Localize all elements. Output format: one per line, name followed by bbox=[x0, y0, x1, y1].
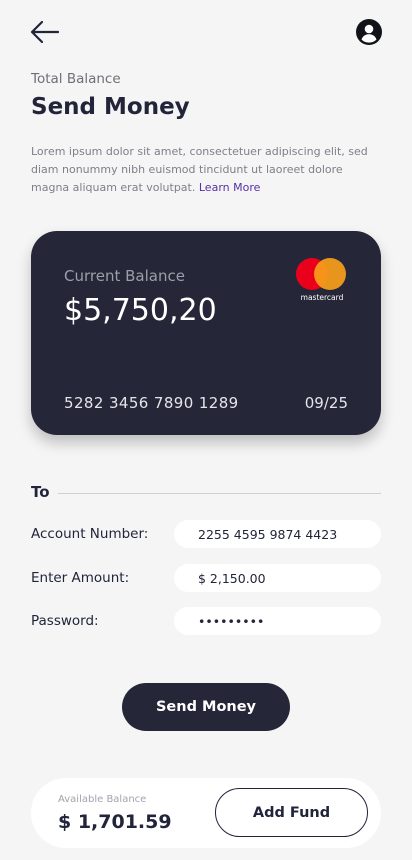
card-expiry: 09/25 bbox=[304, 394, 348, 412]
available-balance-label: Available Balance bbox=[58, 794, 147, 805]
to-label: To bbox=[31, 483, 50, 501]
card-number: 5282 3456 7890 1289 bbox=[64, 394, 239, 412]
mastercard-wordmark: mastercard bbox=[300, 293, 344, 302]
send-money-button[interactable]: Send Money bbox=[122, 683, 290, 731]
top-bar bbox=[30, 18, 382, 46]
available-balance-panel: Available Balance $ 1,701.59 Add Fund bbox=[31, 778, 381, 848]
user-circle-icon bbox=[356, 19, 382, 45]
to-section-header: To bbox=[31, 483, 381, 503]
mastercard-logo: mastercard bbox=[296, 258, 348, 304]
available-balance-value: $ 1,701.59 bbox=[58, 811, 172, 833]
amount-label: Enter Amount: bbox=[31, 570, 130, 586]
balance-card: Current Balance $5,750,20 mastercard 528… bbox=[31, 231, 381, 435]
account-number-input[interactable] bbox=[174, 520, 381, 548]
page-subtitle: Total Balance bbox=[31, 71, 121, 87]
amount-input[interactable] bbox=[174, 564, 381, 592]
card-balance-value: $5,750,20 bbox=[64, 293, 217, 328]
amount-row: Enter Amount: bbox=[31, 564, 381, 592]
page-description: Lorem ipsum dolor sit amet, consectetuer… bbox=[31, 143, 381, 197]
account-number-label: Account Number: bbox=[31, 526, 149, 542]
page-title: Send Money bbox=[31, 94, 190, 120]
profile-button[interactable] bbox=[356, 19, 382, 45]
password-label: Password: bbox=[31, 613, 99, 629]
back-button[interactable] bbox=[30, 18, 60, 46]
divider bbox=[58, 493, 381, 494]
card-balance-label: Current Balance bbox=[64, 267, 185, 285]
learn-more-link[interactable]: Learn More bbox=[199, 181, 261, 194]
account-number-row: Account Number: bbox=[31, 520, 381, 548]
password-row: Password: bbox=[31, 607, 381, 635]
password-input[interactable] bbox=[174, 607, 381, 635]
mastercard-orange-circle bbox=[314, 258, 346, 290]
arrow-left-icon bbox=[30, 20, 60, 44]
add-fund-button[interactable]: Add Fund bbox=[215, 788, 368, 837]
